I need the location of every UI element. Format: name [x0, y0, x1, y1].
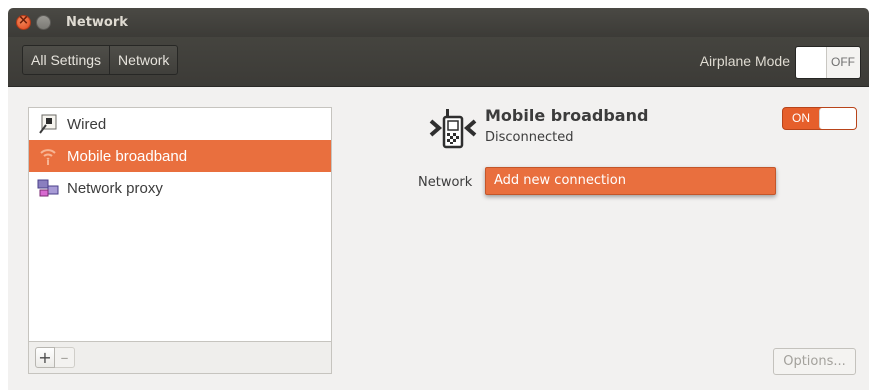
add-device-button[interactable]: + [35, 347, 55, 368]
main-content: Wired Mobile broadband Network proxy + –… [8, 87, 869, 390]
breadcrumb-network[interactable]: Network [109, 46, 177, 74]
window-titlebar: Network [8, 8, 869, 37]
device-status: Disconnected [485, 130, 574, 145]
airplane-mode-label: Airplane Mode [699, 53, 790, 69]
device-list: Wired Mobile broadband Network proxy [28, 107, 332, 341]
device-list-toolbar: + – [28, 341, 332, 374]
airplane-mode-state: OFF [831, 55, 855, 69]
wired-network-icon [37, 113, 59, 135]
mobile-broadband-device-icon [429, 107, 483, 149]
sidebar-item-label: Mobile broadband [67, 147, 188, 165]
toolbar: All Settings Network Airplane Mode OFF [8, 37, 869, 87]
switch-knob [819, 108, 856, 129]
mobile-broadband-signal-icon [37, 145, 59, 167]
close-icon[interactable] [16, 13, 31, 30]
sidebar-item-label: Wired [67, 115, 107, 133]
sidebar-item-network-proxy[interactable]: Network proxy [29, 172, 331, 204]
sidebar-item-label: Network proxy [67, 179, 163, 197]
switch-knob [796, 47, 827, 78]
window-title: Network [66, 15, 128, 30]
airplane-mode-switch[interactable]: OFF [795, 46, 861, 79]
breadcrumb: All Settings Network [22, 45, 179, 75]
network-proxy-icon [37, 177, 59, 199]
device-name: Mobile broadband [485, 106, 649, 125]
network-label: Network [418, 175, 473, 190]
remove-device-button[interactable]: – [55, 347, 75, 368]
options-button[interactable]: Options... [773, 348, 856, 375]
minimize-icon[interactable] [36, 15, 51, 30]
breadcrumb-all-settings[interactable]: All Settings [23, 46, 109, 74]
device-power-switch[interactable]: ON [782, 107, 857, 130]
sidebar-item-mobile-broadband[interactable]: Mobile broadband [29, 140, 331, 172]
add-new-connection-option[interactable]: Add new connection [485, 167, 776, 195]
sidebar-item-wired[interactable]: Wired [29, 108, 331, 140]
device-power-state: ON [792, 111, 810, 125]
